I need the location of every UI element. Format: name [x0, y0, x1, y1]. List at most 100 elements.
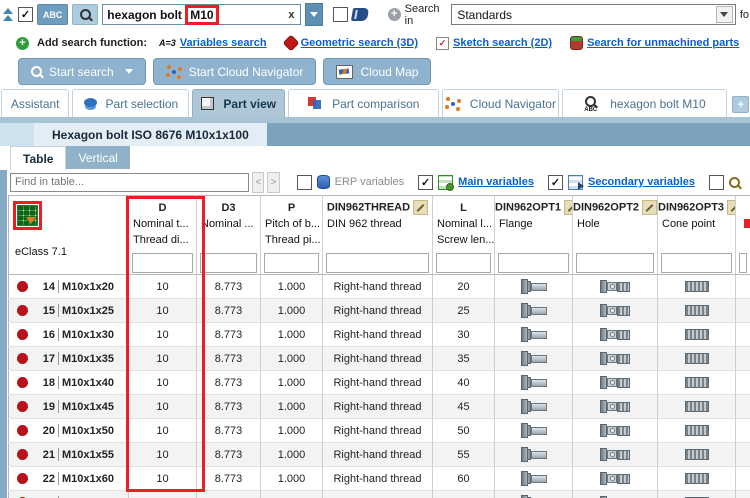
- clear-search-icon[interactable]: x: [288, 9, 296, 21]
- column-filter-input-din962opt3[interactable]: [661, 252, 732, 273]
- column-header-din962opt1[interactable]: DIN962OPT1: [494, 195, 573, 216]
- search-input[interactable]: hexagon bolt M10 x: [102, 4, 302, 25]
- bt-part: [617, 305, 630, 316]
- tab-cloud-navigator[interactable]: Cloud Navigator: [442, 89, 559, 117]
- column-header-p[interactable]: P: [260, 195, 323, 216]
- cell-d: 10: [128, 274, 197, 299]
- start-cloud-navigator-button[interactable]: Start Cloud Navigator: [152, 58, 317, 85]
- row-number: 18: [42, 376, 55, 389]
- search-icon: [79, 9, 91, 20]
- start-search-button[interactable]: Start search: [18, 58, 146, 85]
- designation-flex: 16 M10x1x30: [11, 324, 128, 347]
- cell-din962opt3: [657, 274, 736, 299]
- new-tab-button[interactable]: +: [732, 96, 749, 113]
- preview-checkbox[interactable]: [709, 174, 724, 190]
- search-history-dropdown-button[interactable]: [305, 3, 324, 26]
- edit-column-icon[interactable]: [642, 200, 657, 215]
- cell-din962opt1: [494, 466, 573, 491]
- column-filter-input-p[interactable]: [264, 252, 319, 273]
- column-header-din962opt3[interactable]: DIN962OPT3: [657, 195, 736, 216]
- column-filter-input-din962opt1[interactable]: [498, 252, 569, 273]
- column-filter-input-din962opt2[interactable]: [576, 252, 654, 273]
- status-dot-icon: [17, 401, 28, 412]
- column-header-d3[interactable]: D3: [196, 195, 261, 216]
- column-filter-input-d[interactable]: [132, 252, 193, 273]
- add-search-icon[interactable]: +: [16, 36, 29, 50]
- designation-flex: 22 M10x1x60: [11, 468, 128, 491]
- cell-din962opt1: [494, 370, 573, 395]
- find-in-table-input[interactable]: [10, 172, 250, 192]
- tab-hexagon-bolt-m10[interactable]: hexagon bolt M10: [561, 89, 728, 117]
- table-row[interactable]: 19 M10x1x45 10 8.773 1.000 Right-hand thread 4…: [8, 394, 750, 419]
- table-row[interactable]: 16 M10x1x30 10 8.773 1.000 Right-hand thread 3…: [8, 322, 750, 347]
- link-search-for-unmachined-parts[interactable]: Search for unmachined parts: [570, 36, 739, 50]
- text-search-button[interactable]: ABC: [37, 4, 69, 25]
- column-filter-input-partial[interactable]: [739, 252, 747, 273]
- tab-vertical[interactable]: Vertical: [66, 146, 130, 169]
- bh-part: [600, 400, 607, 413]
- cloud-map-button[interactable]: Cloud Map: [323, 58, 432, 85]
- secondary-variables-label[interactable]: Secondary variables: [588, 176, 695, 188]
- link-geometric-search-3d[interactable]: Geometric search (3D): [282, 34, 418, 52]
- edge-annotation-mark: [744, 219, 750, 228]
- main-variables-label[interactable]: Main variables: [458, 176, 534, 188]
- column-filter-input-din962thread[interactable]: [326, 252, 429, 273]
- search-mode-checkbox[interactable]: [18, 7, 33, 22]
- find-previous-button[interactable]: <: [252, 171, 265, 193]
- secondary-variables-checkbox[interactable]: [547, 174, 563, 190]
- left-splitter-bar[interactable]: [0, 170, 7, 498]
- bolt-cone-icon: [684, 425, 709, 437]
- tab-assistant[interactable]: Assistant: [1, 89, 70, 117]
- holep-part: [607, 426, 617, 435]
- book-icon[interactable]: [350, 8, 369, 21]
- tab-part-selection[interactable]: Part selection: [72, 89, 190, 117]
- link-sketch-search-2d[interactable]: Sketch search (2D): [436, 36, 552, 50]
- table-row[interactable]: 15 M10x1x25 10 8.773 1.000 Right-hand thread 2…: [8, 298, 750, 323]
- option-checkbox[interactable]: [333, 7, 349, 22]
- document-tab[interactable]: Hexagon bolt ISO 8676 M10x1x100: [34, 123, 267, 146]
- column-header-d[interactable]: D: [128, 195, 197, 216]
- column-header-l[interactable]: L: [432, 195, 495, 216]
- row-number: 22: [42, 472, 55, 485]
- status-dot-icon: [17, 281, 28, 292]
- variable-toggles: ERP variables Main variables Secondary var…: [296, 174, 748, 191]
- table-row[interactable]: 14 M10x1x20 10 8.773 1.000 Right-hand thread 2…: [8, 274, 750, 299]
- edit-column-icon[interactable]: [564, 200, 572, 215]
- cell-din962opt1: [494, 442, 573, 467]
- column-code-label: L: [460, 201, 467, 214]
- table-settings-icon[interactable]: [17, 205, 38, 226]
- column-header-din962thread[interactable]: DIN962THREAD: [322, 195, 433, 216]
- bs-part: [530, 474, 547, 483]
- edit-column-icon[interactable]: [413, 200, 429, 215]
- table-row[interactable]: 20 M10x1x50 10 8.773 1.000 Right-hand thread 5…: [8, 418, 750, 443]
- search-in-label: Search in: [404, 2, 440, 27]
- main-variables-checkbox[interactable]: [418, 174, 434, 190]
- table-row[interactable]: 18 M10x1x40 10 8.773 1.000 Right-hand thread 4…: [8, 370, 750, 395]
- column-filter-input-d3[interactable]: [200, 252, 257, 273]
- cell-din962opt2: [572, 442, 658, 467]
- bt-part: [617, 353, 630, 364]
- tab-part-view[interactable]: Part view: [192, 89, 286, 117]
- column-filter-input-l[interactable]: [436, 252, 491, 273]
- column-header-din962opt2[interactable]: DIN962OPT2: [572, 195, 658, 216]
- find-next-button[interactable]: >: [267, 171, 280, 193]
- bt-part: [617, 449, 630, 460]
- column-code-label: DIN962OPT2: [573, 201, 640, 214]
- add-scope-icon[interactable]: +: [387, 8, 401, 21]
- table-row[interactable]: 22 M10x1x60 10 8.773 1.000 Right-hand thread 6…: [8, 466, 750, 491]
- table-row[interactable]: 17 M10x1x35 10 8.773 1.000 Right-hand thread 3…: [8, 346, 750, 371]
- bolt-flange-icon: [520, 399, 547, 414]
- search-magnifier-button[interactable]: [72, 4, 99, 25]
- cell-partial: [735, 394, 750, 419]
- tab-part-comparison[interactable]: Part comparison: [288, 89, 440, 117]
- search-scope-select[interactable]: Standards: [451, 4, 736, 25]
- table-row[interactable]: 21 M10x1x55 10 8.773 1.000 Right-hand thread 5…: [8, 442, 750, 467]
- table-row[interactable]: 23M10x1x65108.7731.000Right-hand thread6…: [8, 490, 750, 498]
- scope-dropdown-button[interactable]: [715, 6, 733, 23]
- tab-table[interactable]: Table: [10, 146, 67, 170]
- collapse-panel-icon[interactable]: [3, 8, 13, 21]
- bolt-cone-icon: [684, 329, 709, 341]
- edit-column-icon[interactable]: [727, 200, 735, 215]
- erp-variables-checkbox[interactable]: [296, 174, 312, 190]
- link-variables-search[interactable]: A=3 Variables search: [159, 37, 267, 49]
